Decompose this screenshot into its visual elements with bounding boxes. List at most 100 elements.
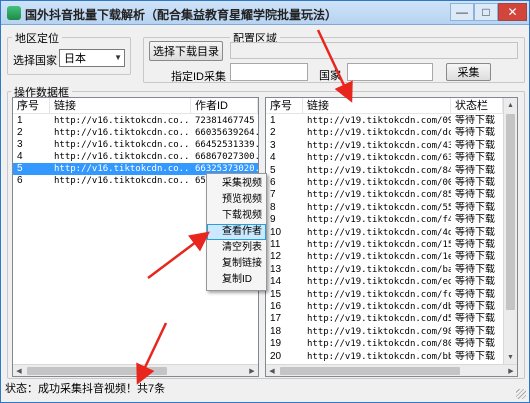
scroll-right-icon[interactable]: ▶ xyxy=(246,365,258,376)
table-row[interactable]: 6 http://v19.tiktokcdn.com/004... 等待下载 xyxy=(266,177,503,189)
row-num: 1 xyxy=(17,115,23,126)
author-id-field[interactable] xyxy=(230,63,308,81)
row-status: 等待下载 xyxy=(455,115,495,126)
scroll-down-icon[interactable]: ▼ xyxy=(504,350,517,364)
download-dir-field[interactable] xyxy=(230,42,518,59)
table-row[interactable]: 2 http://v16.tiktokcdn.co... 66035639264..… xyxy=(13,127,258,139)
author-list-hscroll[interactable]: ◀ ▶ xyxy=(13,364,258,376)
row-link: http://v19.tiktokcdn.com/437... xyxy=(307,140,451,151)
close-button[interactable]: ✕ xyxy=(498,3,527,21)
table-row[interactable]: 20 http://v19.tiktokcdn.com/bbf... 等待下载 xyxy=(266,351,503,363)
author-list-header: 序号 链接 作者ID xyxy=(13,98,258,114)
header-link[interactable]: 链接 xyxy=(303,98,451,114)
table-row[interactable]: 12 http://v19.tiktokcdn.com/1e3... 等待下载 xyxy=(266,251,503,263)
row-num: 6 xyxy=(17,175,23,186)
region-group-title: 地区定位 xyxy=(12,30,62,46)
scroll-thumb[interactable] xyxy=(280,367,460,375)
table-row[interactable]: 11 http://v19.tiktokcdn.com/15a... 等待下载 xyxy=(266,239,503,251)
table-row[interactable]: 18 http://v19.tiktokcdn.com/98e... 等待下载 xyxy=(266,326,503,338)
row-link: http://v19.tiktokcdn.com/dc1... xyxy=(307,128,451,139)
title-bar[interactable]: 国外抖音批量下载解析（配合集益教育星耀学院批量玩法） — □ ✕ xyxy=(1,1,529,25)
table-row[interactable]: 17 http://v19.tiktokcdn.com/d5a... 等待下载 xyxy=(266,313,503,325)
chevron-down-icon: ▼ xyxy=(114,53,122,62)
header-status[interactable]: 状态栏 xyxy=(451,98,503,114)
menu-item[interactable]: 复制ID xyxy=(207,272,266,288)
status-text: 状态：成功采集抖音视频！共7条 xyxy=(5,383,166,395)
table-row[interactable]: 4 http://v16.tiktokcdn.co... 66867027300..… xyxy=(13,151,258,163)
row-num: 5 xyxy=(270,164,276,176)
table-row[interactable]: 1 http://v16.tiktokcdn.co... 72381467745 xyxy=(13,115,258,127)
scroll-left-icon[interactable]: ◀ xyxy=(266,365,278,376)
scroll-up-icon[interactable]: ▲ xyxy=(504,98,517,112)
row-status: 等待下载 xyxy=(455,338,495,350)
row-status: 等待下载 xyxy=(455,276,495,288)
table-row[interactable]: 15 http://v19.tiktokcdn.com/fc7... 等待下载 xyxy=(266,289,503,301)
download-list-hscroll[interactable]: ◀ ▶ xyxy=(266,364,517,376)
country-select[interactable]: 日本 ▼ xyxy=(59,49,125,67)
header-author-id[interactable]: 作者ID xyxy=(191,98,258,114)
table-row[interactable]: 3 http://v16.tiktokcdn.co... 66452531339..… xyxy=(13,139,258,151)
row-author-id: 66867027300... xyxy=(195,152,258,162)
row-status: 等待下载 xyxy=(455,325,495,337)
collect-button[interactable]: 采集 xyxy=(446,63,491,81)
row-num: 11 xyxy=(270,239,281,250)
menu-item[interactable]: 清空列表 xyxy=(207,240,266,256)
row-link: http://v16.tiktokcdn.co... xyxy=(54,128,191,138)
menu-item[interactable]: 预览视频 xyxy=(207,192,266,208)
minimize-button[interactable]: — xyxy=(450,3,474,21)
scroll-thumb[interactable] xyxy=(27,367,167,375)
maximize-button[interactable]: □ xyxy=(474,3,498,21)
menu-item[interactable]: 复制链接 xyxy=(207,256,266,272)
table-row[interactable]: 14 http://v19.tiktokcdn.com/ed0... 等待下载 xyxy=(266,276,503,288)
menu-item[interactable]: 下载视频 xyxy=(207,208,266,224)
table-row[interactable]: 16 http://v19.tiktokcdn.com/db2... 等待下载 xyxy=(266,301,503,313)
select-download-dir-button[interactable]: 选择下载目录 xyxy=(149,41,223,61)
table-row[interactable]: 2 http://v19.tiktokcdn.com/dc1... 等待下载 xyxy=(266,127,503,139)
header-link[interactable]: 链接 xyxy=(50,98,191,114)
header-num[interactable]: 序号 xyxy=(266,98,303,114)
row-author-id: 66035639264... xyxy=(195,128,258,138)
row-num: 1 xyxy=(270,115,276,126)
table-row[interactable]: 19 http://v19.tiktokcdn.com/808... 等待下载 xyxy=(266,338,503,350)
table-row[interactable]: 10 http://v19.tiktokcdn.com/4d2... 等待下载 xyxy=(266,227,503,239)
table-row[interactable]: 1 http://v19.tiktokcdn.com/092... 等待下载 xyxy=(266,115,503,127)
table-row[interactable]: 8 http://v19.tiktokcdn.com/553... 等待下载 xyxy=(266,202,503,214)
scroll-thumb[interactable] xyxy=(506,114,515,310)
row-status: 等待下载 xyxy=(455,350,495,362)
context-menu: 采集视频 预览视频 下载视频 查看作者 清空列表 复制链接 复制ID xyxy=(206,173,267,291)
row-num: 17 xyxy=(270,313,282,325)
table-row[interactable]: 7 http://v19.tiktokcdn.com/854... 等待下载 xyxy=(266,189,503,201)
resize-grip-icon[interactable] xyxy=(516,389,526,399)
row-link: http://v19.tiktokcdn.com/d5a... xyxy=(307,314,451,325)
row-num: 13 xyxy=(270,263,282,275)
row-link: http://v16.tiktokcdn.co... xyxy=(54,140,191,150)
row-status: 等待下载 xyxy=(455,127,495,139)
row-num: 9 xyxy=(270,214,276,226)
config-country-field[interactable] xyxy=(347,63,433,81)
table-row[interactable]: 4 http://v19.tiktokcdn.com/633... 等待下载 xyxy=(266,152,503,164)
row-num: 2 xyxy=(17,127,23,138)
row-num: 7 xyxy=(270,189,276,201)
download-listview[interactable]: 序号 链接 状态栏 1 http://v19.tiktokcdn.com/092.… xyxy=(265,97,518,377)
menu-item[interactable]: 查看作者 xyxy=(207,224,266,240)
table-row[interactable]: 13 http://v19.tiktokcdn.com/ba6... 等待下载 xyxy=(266,264,503,276)
row-link: http://v19.tiktokcdn.com/092... xyxy=(307,116,451,126)
menu-item[interactable]: 采集视频 xyxy=(207,176,266,192)
table-row[interactable]: 5 http://v19.tiktokcdn.com/847... 等待下载 xyxy=(266,165,503,177)
scroll-left-icon[interactable]: ◀ xyxy=(13,365,25,376)
row-link: http://v19.tiktokcdn.com/98e... xyxy=(307,326,451,337)
table-row[interactable]: 9 http://v19.tiktokcdn.com/f49... 等待下载 xyxy=(266,214,503,226)
row-link: http://v19.tiktokcdn.com/15a... xyxy=(307,240,451,250)
download-list-vscroll[interactable]: ▲ ▼ xyxy=(503,98,517,364)
row-status: 等待下载 xyxy=(455,201,495,213)
row-num: 8 xyxy=(270,201,276,213)
row-status: 等待下载 xyxy=(455,313,495,325)
row-link: http://v19.tiktokcdn.com/004... xyxy=(307,178,451,188)
table-row[interactable]: 3 http://v19.tiktokcdn.com/437... 等待下载 xyxy=(266,140,503,152)
row-num: 4 xyxy=(270,152,276,164)
row-status: 等待下载 xyxy=(455,251,495,263)
header-num[interactable]: 序号 xyxy=(13,98,50,114)
row-status: 等待下载 xyxy=(455,214,495,226)
scroll-right-icon[interactable]: ▶ xyxy=(505,365,517,376)
row-num: 19 xyxy=(270,338,282,350)
